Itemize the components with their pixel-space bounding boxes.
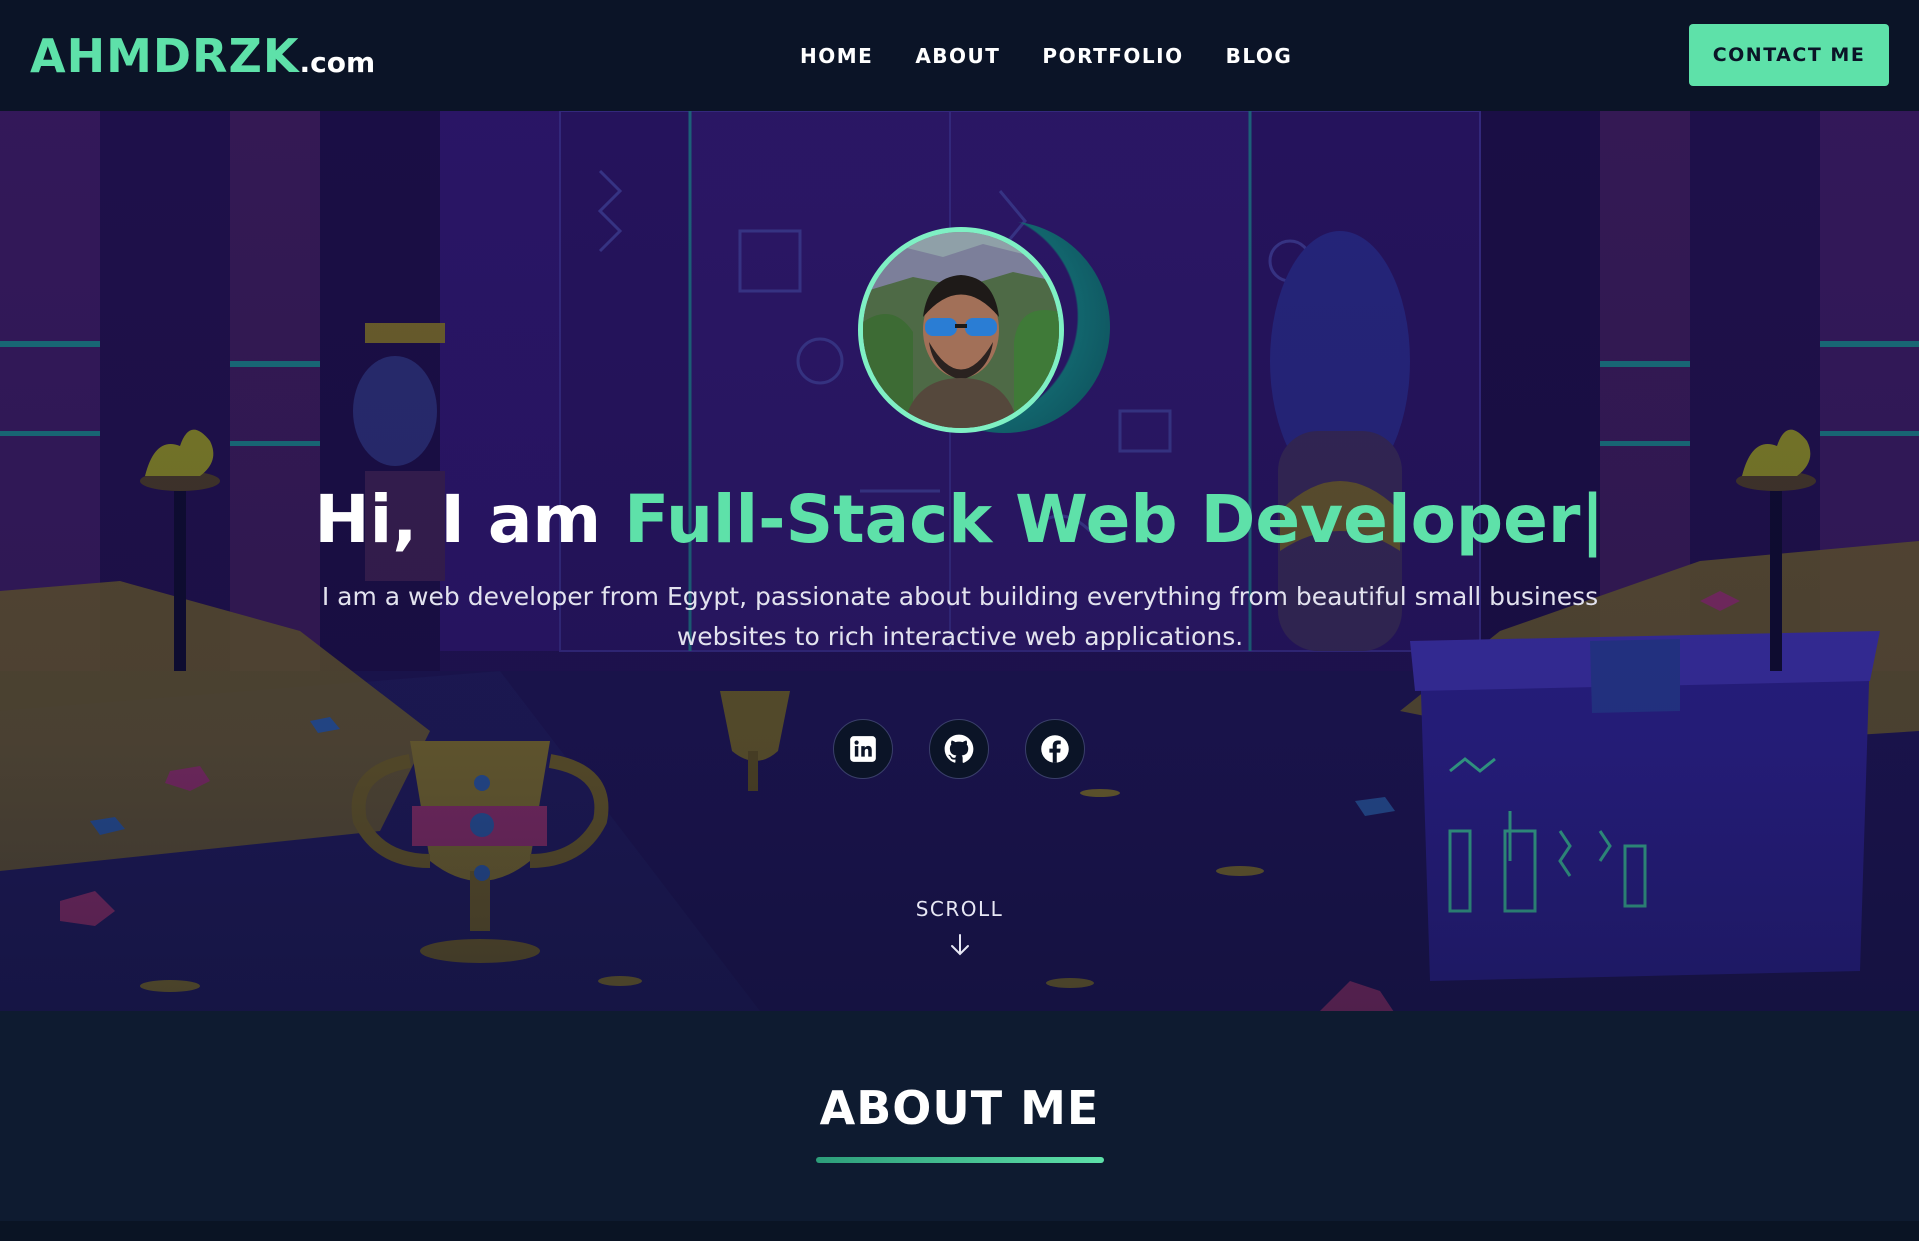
hero-heading: Hi, I am Full-Stack Web Developer| bbox=[0, 481, 1919, 558]
facebook-link[interactable] bbox=[1025, 719, 1085, 779]
logo-tld-text: .com bbox=[299, 45, 376, 79]
profile-photo-illustration bbox=[863, 232, 1059, 428]
profile-avatar bbox=[858, 227, 1064, 433]
arrow-down-icon bbox=[950, 934, 969, 956]
scroll-label: SCROLL bbox=[915, 897, 1004, 921]
hero-heading-role: Full-Stack Web Developer| bbox=[624, 481, 1605, 558]
logo-main-text: AHMDRZK bbox=[30, 28, 300, 83]
facebook-icon bbox=[1041, 735, 1069, 763]
github-link[interactable] bbox=[929, 719, 989, 779]
hero-description: I am a web developer from Egypt, passion… bbox=[321, 582, 1599, 651]
about-section: ABOUT ME bbox=[0, 1011, 1919, 1221]
linkedin-link[interactable] bbox=[833, 719, 893, 779]
linkedin-icon bbox=[850, 736, 876, 762]
site-logo[interactable]: AHMDRZK .com bbox=[30, 29, 375, 83]
scroll-indicator[interactable]: SCROLL bbox=[0, 897, 1919, 957]
nav-link-blog[interactable]: BLOG bbox=[1226, 44, 1293, 68]
navbar: AHMDRZK .com HOME ABOUT PORTFOLIO BLOG C… bbox=[0, 0, 1919, 111]
nav-link-home[interactable]: HOME bbox=[800, 44, 873, 68]
contact-me-button[interactable]: CONTACT ME bbox=[1689, 24, 1889, 86]
hero-section: Hi, I am Full-Stack Web Developer| I am … bbox=[0, 111, 1919, 1011]
hero-heading-prefix: Hi, I am bbox=[314, 481, 625, 558]
github-icon bbox=[944, 734, 974, 763]
about-heading: ABOUT ME bbox=[819, 1081, 1100, 1135]
main-nav: HOME ABOUT PORTFOLIO BLOG bbox=[800, 0, 1292, 111]
nav-link-about[interactable]: ABOUT bbox=[915, 44, 1000, 68]
avatar-container bbox=[858, 221, 1110, 433]
section-divider bbox=[0, 1221, 1919, 1241]
nav-link-portfolio[interactable]: PORTFOLIO bbox=[1042, 44, 1183, 68]
about-heading-underline bbox=[816, 1157, 1104, 1163]
social-links bbox=[833, 719, 1085, 779]
